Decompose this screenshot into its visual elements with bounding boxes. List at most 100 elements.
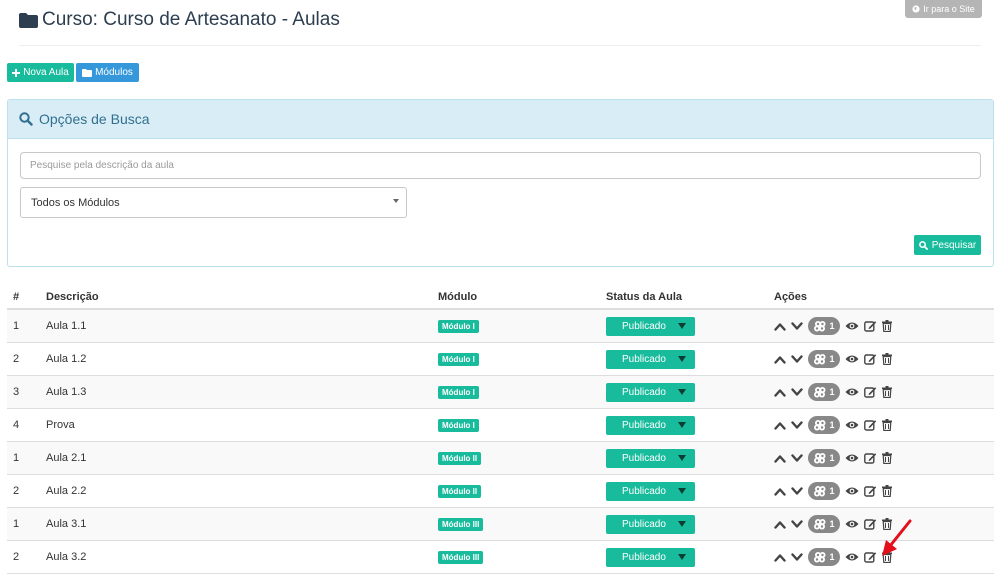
lessons-table: # Descrição Módulo Status da Aula Ações … (7, 286, 994, 574)
chevron-down-icon[interactable] (791, 387, 803, 397)
resources-badge[interactable]: 1 (808, 416, 840, 434)
status-label: Publicado (622, 386, 666, 398)
resources-icon (813, 386, 828, 398)
status-dropdown-button[interactable]: Publicado (606, 547, 695, 567)
search-options-panel: Opções de Busca Todos os Módulos Pesquis… (7, 99, 994, 267)
modules-label: Módulos (95, 67, 133, 78)
eye-icon[interactable] (845, 321, 859, 331)
status-cell: Publicado (606, 508, 695, 540)
search-button[interactable]: Pesquisar (914, 235, 981, 255)
edit-icon[interactable] (864, 518, 877, 530)
table-row: 1 Aula 1.1 Módulo I Publicado 1 (7, 310, 994, 343)
folder-icon (19, 12, 38, 28)
resources-icon (813, 485, 828, 497)
status-label: Publicado (622, 419, 666, 431)
new-lesson-button[interactable]: Nova Aula (7, 63, 74, 82)
module-label: Módulo II (438, 484, 482, 498)
table-row: 2 Aula 2.2 Módulo II Publicado 1 (7, 475, 994, 508)
search-icon (19, 112, 33, 126)
eye-icon[interactable] (845, 519, 859, 529)
resources-badge[interactable]: 1 (808, 317, 840, 335)
module-label: Módulo III (438, 517, 484, 531)
globe-icon (912, 5, 920, 13)
chevron-up-icon[interactable] (774, 421, 786, 430)
eye-icon[interactable] (845, 420, 859, 430)
module-label: Módulo I (438, 418, 479, 432)
status-dropdown-button[interactable]: Publicado (606, 349, 695, 369)
resources-count: 1 (829, 486, 835, 496)
edit-icon[interactable] (864, 551, 877, 563)
status-dropdown-button[interactable]: Publicado (606, 448, 695, 468)
lesson-description: Aula 3.1 (46, 518, 87, 530)
chevron-up-icon[interactable] (774, 322, 786, 331)
header-status[interactable]: Status da Aula (606, 286, 682, 308)
modules-button[interactable]: Módulos (76, 63, 139, 82)
chevron-up-icon[interactable] (774, 553, 786, 562)
chevron-up-icon[interactable] (774, 487, 786, 496)
edit-icon[interactable] (864, 452, 877, 464)
status-dropdown-button[interactable]: Publicado (606, 415, 695, 435)
chevron-down-icon[interactable] (791, 453, 803, 463)
resources-badge[interactable]: 1 (808, 515, 840, 533)
row-number: 2 (13, 485, 20, 497)
trash-icon[interactable] (882, 419, 892, 431)
chevron-up-icon[interactable] (774, 520, 786, 529)
trash-icon[interactable] (882, 320, 892, 332)
edit-icon[interactable] (864, 353, 877, 365)
chevron-down-icon[interactable] (791, 354, 803, 364)
header-description[interactable]: Descrição (46, 286, 99, 308)
status-cell: Publicado (606, 475, 695, 507)
page-title: Curso: Curso de Artesanato - Aulas (42, 9, 340, 30)
resources-count: 1 (829, 387, 835, 397)
chevron-down-icon[interactable] (791, 552, 803, 562)
go-to-site-button[interactable]: Ir para o Site (905, 0, 982, 18)
eye-icon[interactable] (845, 453, 859, 463)
edit-icon[interactable] (864, 320, 877, 332)
resources-badge[interactable]: 1 (808, 482, 840, 500)
edit-icon[interactable] (864, 485, 877, 497)
status-dropdown-button[interactable]: Publicado (606, 514, 695, 534)
actions-cell: 1 (774, 508, 892, 540)
caret-down-icon (677, 422, 686, 428)
chevron-down-icon[interactable] (791, 420, 803, 430)
status-label: Publicado (622, 353, 666, 365)
eye-icon[interactable] (845, 486, 859, 496)
trash-icon[interactable] (882, 452, 892, 464)
resources-badge[interactable]: 1 (808, 548, 840, 566)
status-dropdown-button[interactable]: Publicado (606, 382, 695, 402)
edit-icon[interactable] (864, 386, 877, 398)
search-input[interactable] (20, 152, 981, 179)
status-cell: Publicado (606, 541, 695, 573)
edit-icon[interactable] (864, 419, 877, 431)
chevron-up-icon[interactable] (774, 454, 786, 463)
eye-icon[interactable] (845, 354, 859, 364)
status-cell: Publicado (606, 310, 695, 342)
chevron-up-icon[interactable] (774, 355, 786, 364)
eye-icon[interactable] (845, 552, 859, 562)
chevron-up-icon[interactable] (774, 388, 786, 397)
lesson-description: Aula 1.3 (46, 386, 87, 398)
resources-badge[interactable]: 1 (808, 350, 840, 368)
resources-badge[interactable]: 1 (808, 449, 840, 467)
trash-icon[interactable] (882, 353, 892, 365)
trash-icon[interactable] (882, 386, 892, 398)
status-dropdown-button[interactable]: Publicado (606, 316, 695, 336)
trash-icon[interactable] (882, 485, 892, 497)
chevron-down-icon[interactable] (791, 321, 803, 331)
table-row: 3 Aula 1.3 Módulo I Publicado 1 (7, 376, 994, 409)
chevron-down-icon[interactable] (791, 519, 803, 529)
table-header: # Descrição Módulo Status da Aula Ações (7, 286, 994, 310)
resources-icon (813, 518, 828, 530)
module-cell: Módulo I (438, 376, 479, 408)
header-module[interactable]: Módulo (438, 286, 477, 308)
caret-down-icon (677, 389, 686, 395)
resources-badge[interactable]: 1 (808, 383, 840, 401)
lesson-description: Aula 1.2 (46, 353, 87, 365)
actions-cell: 1 (774, 376, 892, 408)
actions-cell: 1 (774, 310, 892, 342)
chevron-down-icon[interactable] (791, 486, 803, 496)
status-dropdown-button[interactable]: Publicado (606, 481, 695, 501)
eye-icon[interactable] (845, 387, 859, 397)
module-select[interactable]: Todos os Módulos (20, 187, 407, 218)
caret-down-icon (677, 455, 686, 461)
